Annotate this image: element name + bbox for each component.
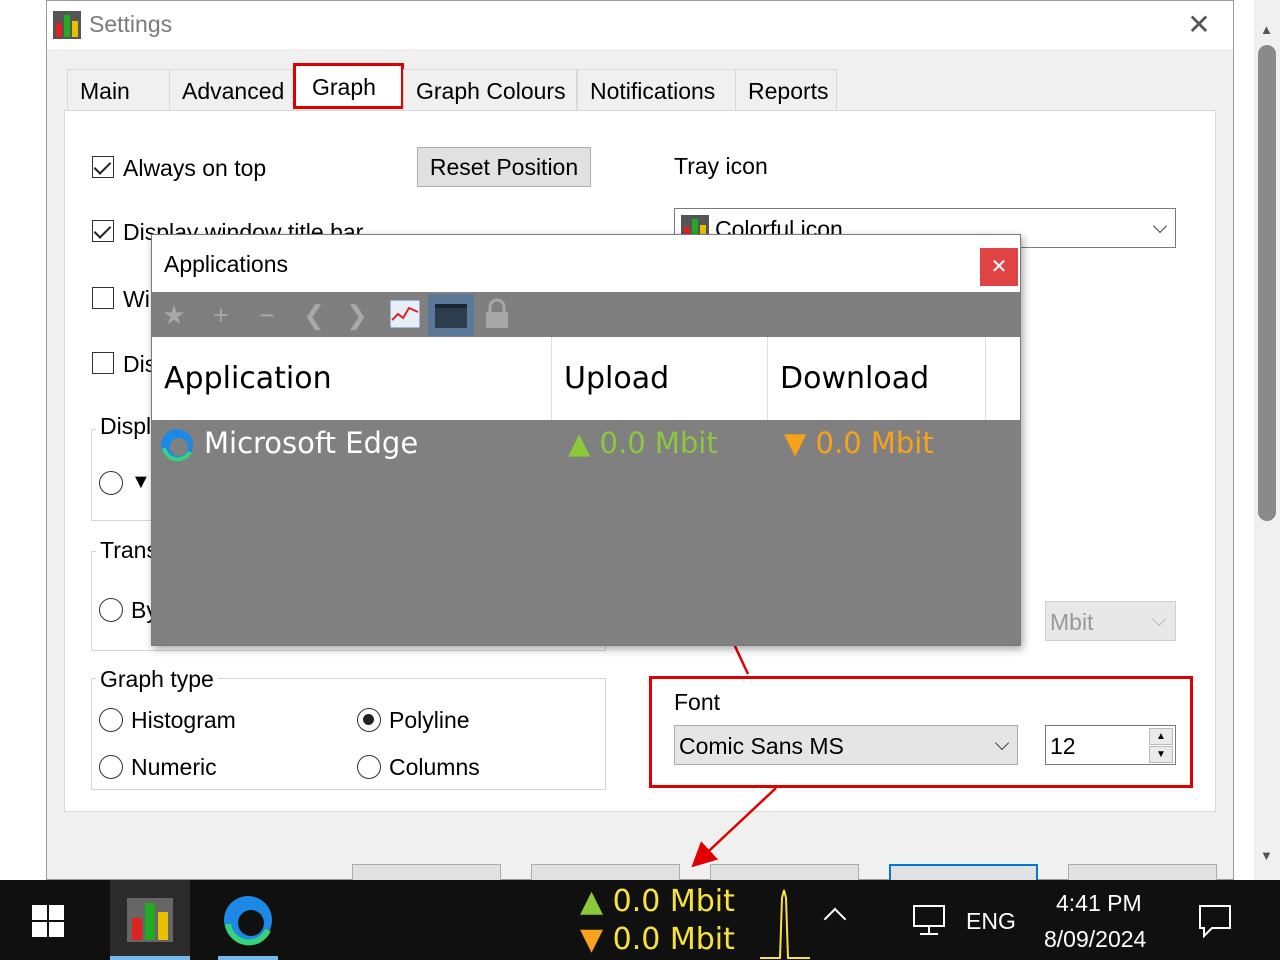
upload-arrow-icon: ▲	[580, 884, 613, 919]
column-upload[interactable]: Upload	[552, 337, 768, 420]
clock-time[interactable]: 4:41 PM	[1056, 890, 1142, 917]
table-row[interactable]: Microsoft Edge ▲ 0.0 Mbit ▼ 0.0 Mbit	[152, 420, 1020, 472]
column-application[interactable]: Application	[152, 337, 552, 420]
taskbar-upload[interactable]: ▲ 0.0 Mbit	[580, 884, 735, 919]
app-name: Microsoft Edge	[204, 426, 419, 460]
arrow-left-icon[interactable]: ❮	[297, 298, 331, 332]
taskbar-app-edge[interactable]	[208, 880, 288, 960]
download-arrow-icon: ▼	[580, 922, 613, 957]
upload-text: 0.0 Mbit	[599, 426, 718, 460]
language-indicator[interactable]: ENG	[966, 908, 1016, 935]
network-icon[interactable]	[912, 904, 946, 936]
applications-toolbar: ★ + − ❮ ❯	[152, 292, 1020, 337]
applications-title: Applications	[164, 251, 289, 277]
star-icon[interactable]: ★	[157, 298, 191, 332]
download-arrow-icon: ▼	[784, 426, 816, 460]
applications-list: Microsoft Edge ▲ 0.0 Mbit ▼ 0.0 Mbit	[152, 420, 1020, 645]
applications-window: Applications ✕ ★ + − ❮ ❯ Application Upl…	[151, 234, 1021, 646]
clock-date[interactable]: 8/09/2024	[1044, 926, 1146, 953]
applications-table-header: Application Upload Download	[152, 337, 1020, 420]
notification-icon[interactable]	[1198, 904, 1232, 938]
upload-arrow-icon: ▲	[568, 426, 600, 460]
download-value: ▼ 0.0 Mbit	[784, 426, 934, 460]
upload-value: ▲ 0.0 Mbit	[568, 426, 718, 460]
taskbar-download-text: 0.0 Mbit	[612, 922, 735, 957]
chevron-up-icon[interactable]	[820, 902, 850, 932]
arrow-right-icon[interactable]: ❯	[340, 298, 374, 332]
active-indicator	[218, 956, 278, 960]
lock-icon[interactable]	[484, 298, 510, 330]
mini-graph	[760, 889, 810, 959]
windows-start-icon[interactable]	[32, 905, 64, 937]
app-bars-icon	[127, 898, 173, 942]
graph-icon[interactable]	[390, 300, 420, 328]
edge-icon	[224, 896, 272, 946]
window-toggle[interactable]	[428, 294, 474, 336]
taskbar-download[interactable]: ▼ 0.0 Mbit	[580, 922, 735, 957]
active-indicator	[110, 956, 190, 960]
close-icon[interactable]: ✕	[980, 248, 1018, 286]
edge-icon	[161, 429, 193, 462]
taskbar-app-networx[interactable]	[110, 880, 190, 960]
taskbar-upload-text: 0.0 Mbit	[612, 884, 735, 919]
column-download[interactable]: Download	[768, 337, 986, 420]
window-icon	[435, 304, 467, 328]
download-text: 0.0 Mbit	[815, 426, 934, 460]
taskbar: ▲ 0.0 Mbit ▼ 0.0 Mbit ENG 4:41 PM 8/09/2…	[0, 880, 1280, 960]
plus-icon[interactable]: +	[204, 298, 238, 332]
minus-icon[interactable]: −	[250, 298, 284, 332]
